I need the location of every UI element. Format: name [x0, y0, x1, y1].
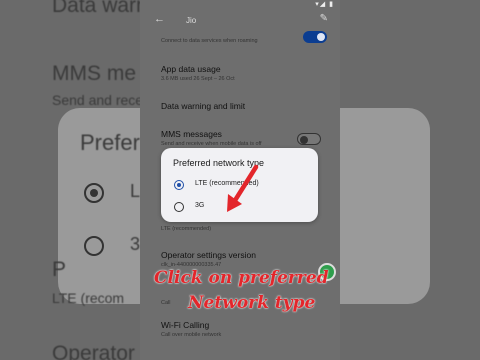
- radio-selected-icon[interactable]: [174, 180, 184, 190]
- data-warning-row[interactable]: Data warning and limit: [161, 101, 331, 111]
- bg-text: P: [52, 258, 67, 281]
- roaming-toggle[interactable]: [303, 31, 327, 43]
- app-data-usage-title: App data usage: [161, 64, 221, 74]
- operator-settings-row[interactable]: Operator settings version clk_in-4400000…: [161, 250, 331, 268]
- bg-text: Prefer: [80, 130, 140, 155]
- operator-settings-title: Operator settings version: [161, 250, 256, 260]
- wifi-calling-subtitle: Call over mobile network: [161, 332, 222, 338]
- bg-text: Operator: [52, 342, 135, 360]
- status-bar: ▾◢ ▮: [140, 0, 340, 10]
- app-data-usage-subtitle: 3.6 MB used 26 Sept – 26 Oct: [161, 76, 235, 82]
- caption-line-1: Click on preferred: [154, 268, 329, 288]
- page-title: Jio: [186, 16, 197, 25]
- bg-text: 3: [130, 234, 141, 254]
- wifi-calling-title: Wi-Fi Calling: [161, 320, 210, 330]
- app-bar: ← Jio ✎: [140, 10, 340, 32]
- option-label: 3G: [195, 202, 205, 209]
- preferred-network-subtitle: LTE (recommended): [161, 226, 212, 232]
- status-icons: ▾◢ ▮: [315, 1, 334, 8]
- caption-line-2: Network type: [188, 293, 316, 313]
- red-arrow-icon: [227, 164, 259, 212]
- mms-toggle[interactable]: [297, 133, 321, 145]
- preferred-network-row[interactable]: LTE (recommended): [161, 224, 331, 232]
- bg-text: L: [130, 181, 141, 201]
- app-data-usage-row[interactable]: App data usage 3.6 MB used 26 Sept – 26 …: [161, 64, 331, 82]
- bg-radio-selected-icon: [84, 183, 104, 203]
- bg-text: Send and rece: [52, 92, 144, 108]
- data-warning-title: Data warning and limit: [161, 101, 246, 111]
- bg-text: MMS me: [52, 62, 136, 85]
- wifi-calling-row[interactable]: Wi-Fi Calling Call over mobile network: [161, 320, 331, 338]
- pencil-icon[interactable]: ✎: [320, 13, 328, 24]
- bg-text: LTE (recom: [52, 290, 125, 306]
- arrow-left-icon[interactable]: ←: [154, 13, 165, 25]
- bg-radio-icon: [84, 236, 104, 256]
- radio-icon[interactable]: [174, 202, 184, 212]
